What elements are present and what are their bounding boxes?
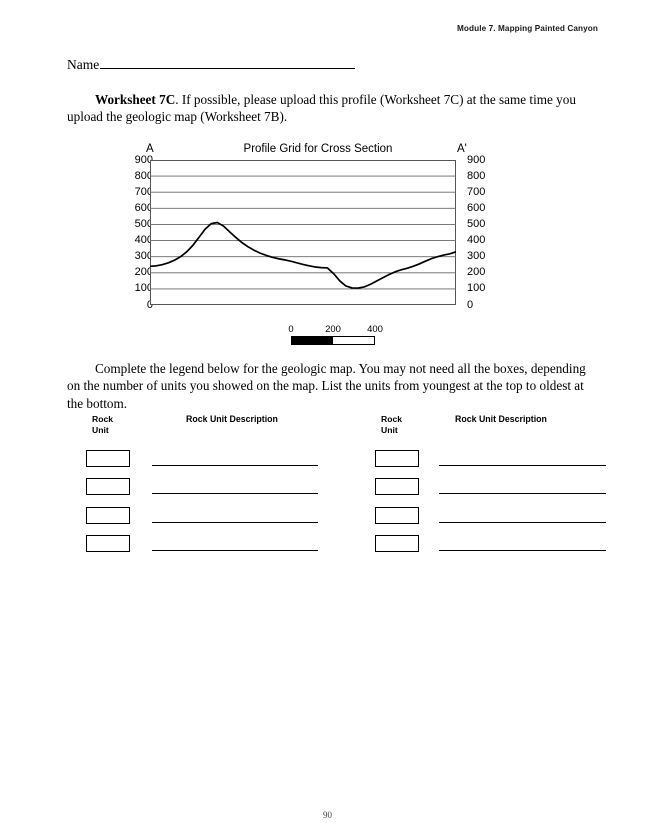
rock-unit-box[interactable] bbox=[86, 535, 130, 553]
rock-unit-description-line[interactable] bbox=[152, 536, 318, 552]
chart-header-row: A Profile Grid for Cross Section A' bbox=[113, 143, 523, 160]
legend-row bbox=[86, 473, 375, 502]
rock-unit-header-right-line2: Unit bbox=[381, 424, 398, 435]
scale-tick-400: 400 bbox=[367, 324, 383, 335]
rock-unit-description-header-left: Rock Unit Description bbox=[186, 414, 278, 424]
name-label: Name bbox=[67, 57, 100, 72]
rock-unit-description-header-right: Rock Unit Description bbox=[455, 414, 547, 424]
scale-bar-segment-empty bbox=[333, 337, 374, 344]
legend-row bbox=[375, 473, 606, 502]
rock-unit-description-line[interactable] bbox=[152, 479, 318, 495]
legend-instructions-paragraph: Complete the legend below for the geolog… bbox=[67, 360, 601, 412]
legend-tables: Rock Unit Rock Unit Description Rock Uni… bbox=[86, 414, 606, 558]
legend-rows-right bbox=[375, 444, 606, 558]
y-tick-right-800: 800 bbox=[467, 169, 486, 182]
profile-line-svg bbox=[150, 160, 456, 305]
y-tick-right-900: 900 bbox=[467, 153, 486, 166]
y-tick-right-0: 0 bbox=[467, 298, 474, 311]
scale-tick-200: 200 bbox=[325, 324, 341, 335]
legend-column-right-header: Rock Unit Rock Unit Description bbox=[375, 414, 606, 444]
rock-unit-description-line[interactable] bbox=[439, 479, 606, 495]
y-tick-right-200: 200 bbox=[467, 266, 486, 279]
legend-row bbox=[86, 501, 375, 530]
cross-section-endpoint-a-prime: A' bbox=[457, 143, 467, 155]
scale-bar-tick-labels: 0 200 400 bbox=[288, 324, 383, 336]
chart-plot-area: 900 800 700 600 500 400 300 200 100 0 900 800 700 60… bbox=[113, 154, 523, 320]
legend-row bbox=[375, 444, 606, 473]
rock-unit-header-right-line1: Rock bbox=[381, 414, 403, 424]
rock-unit-box[interactable] bbox=[86, 449, 130, 467]
y-tick-right-700: 700 bbox=[467, 185, 486, 198]
legend-column-left: Rock Unit Rock Unit Description bbox=[86, 414, 375, 558]
rock-unit-header-right: Rock Unit bbox=[381, 414, 402, 435]
rock-unit-box[interactable] bbox=[375, 535, 419, 553]
rock-unit-description-line[interactable] bbox=[152, 508, 318, 523]
legend-row bbox=[375, 530, 606, 559]
y-tick-right-300: 300 bbox=[467, 250, 486, 263]
y-tick-right-600: 600 bbox=[467, 201, 486, 214]
rock-unit-description-line[interactable] bbox=[439, 508, 606, 523]
legend-instructions-text: Complete the legend below for the geolog… bbox=[67, 361, 586, 411]
rock-unit-box[interactable] bbox=[375, 449, 419, 467]
y-axis-left-labels: 900 800 700 600 500 400 300 200 100 0 bbox=[113, 154, 153, 320]
rock-unit-description-line[interactable] bbox=[439, 536, 606, 552]
rock-unit-description-line[interactable] bbox=[152, 451, 318, 466]
profile-plot bbox=[150, 160, 456, 305]
rock-unit-header-left: Rock Unit bbox=[92, 414, 113, 435]
plot-frame bbox=[150, 160, 456, 305]
worksheet-intro-paragraph: Worksheet 7C. If possible, please upload… bbox=[67, 91, 595, 126]
rock-unit-header-left-line2: Unit bbox=[92, 424, 109, 435]
profile-chart: A Profile Grid for Cross Section A' 900 8… bbox=[113, 143, 523, 320]
rock-unit-header-left-line1: Rock bbox=[92, 414, 114, 424]
module-header: Module 7. Mapping Painted Canyon bbox=[456, 24, 598, 33]
legend-column-right: Rock Unit Rock Unit Description bbox=[375, 414, 606, 558]
rock-unit-box[interactable] bbox=[375, 478, 419, 496]
y-tick-right-400: 400 bbox=[467, 234, 486, 247]
name-input-blank[interactable] bbox=[100, 56, 356, 69]
scale-bar-segment-filled bbox=[292, 337, 333, 344]
page-number: 90 bbox=[323, 810, 332, 820]
rock-unit-box[interactable] bbox=[86, 506, 130, 524]
y-tick-right-100: 100 bbox=[467, 282, 486, 295]
worksheet-page: Module 7. Mapping Painted Canyon Name Wo… bbox=[0, 0, 655, 823]
scale-tick-0: 0 bbox=[288, 324, 294, 335]
rock-unit-description-line[interactable] bbox=[439, 451, 606, 466]
y-tick-right-500: 500 bbox=[467, 217, 486, 230]
scale-bar-graphic bbox=[291, 336, 375, 345]
rock-unit-box[interactable] bbox=[375, 506, 419, 524]
legend-column-left-header: Rock Unit Rock Unit Description bbox=[86, 414, 375, 444]
legend-row bbox=[86, 444, 375, 473]
legend-row bbox=[375, 501, 606, 530]
y-axis-right-labels: 900 800 700 600 500 400 300 200 100 0 bbox=[461, 154, 501, 320]
name-field-row: Name bbox=[67, 56, 356, 73]
map-scale-bar: 0 200 400 bbox=[288, 324, 383, 345]
worksheet-label: Worksheet 7C bbox=[95, 92, 176, 107]
legend-row bbox=[86, 530, 375, 559]
legend-rows-left bbox=[86, 444, 375, 558]
rock-unit-box[interactable] bbox=[86, 478, 130, 496]
